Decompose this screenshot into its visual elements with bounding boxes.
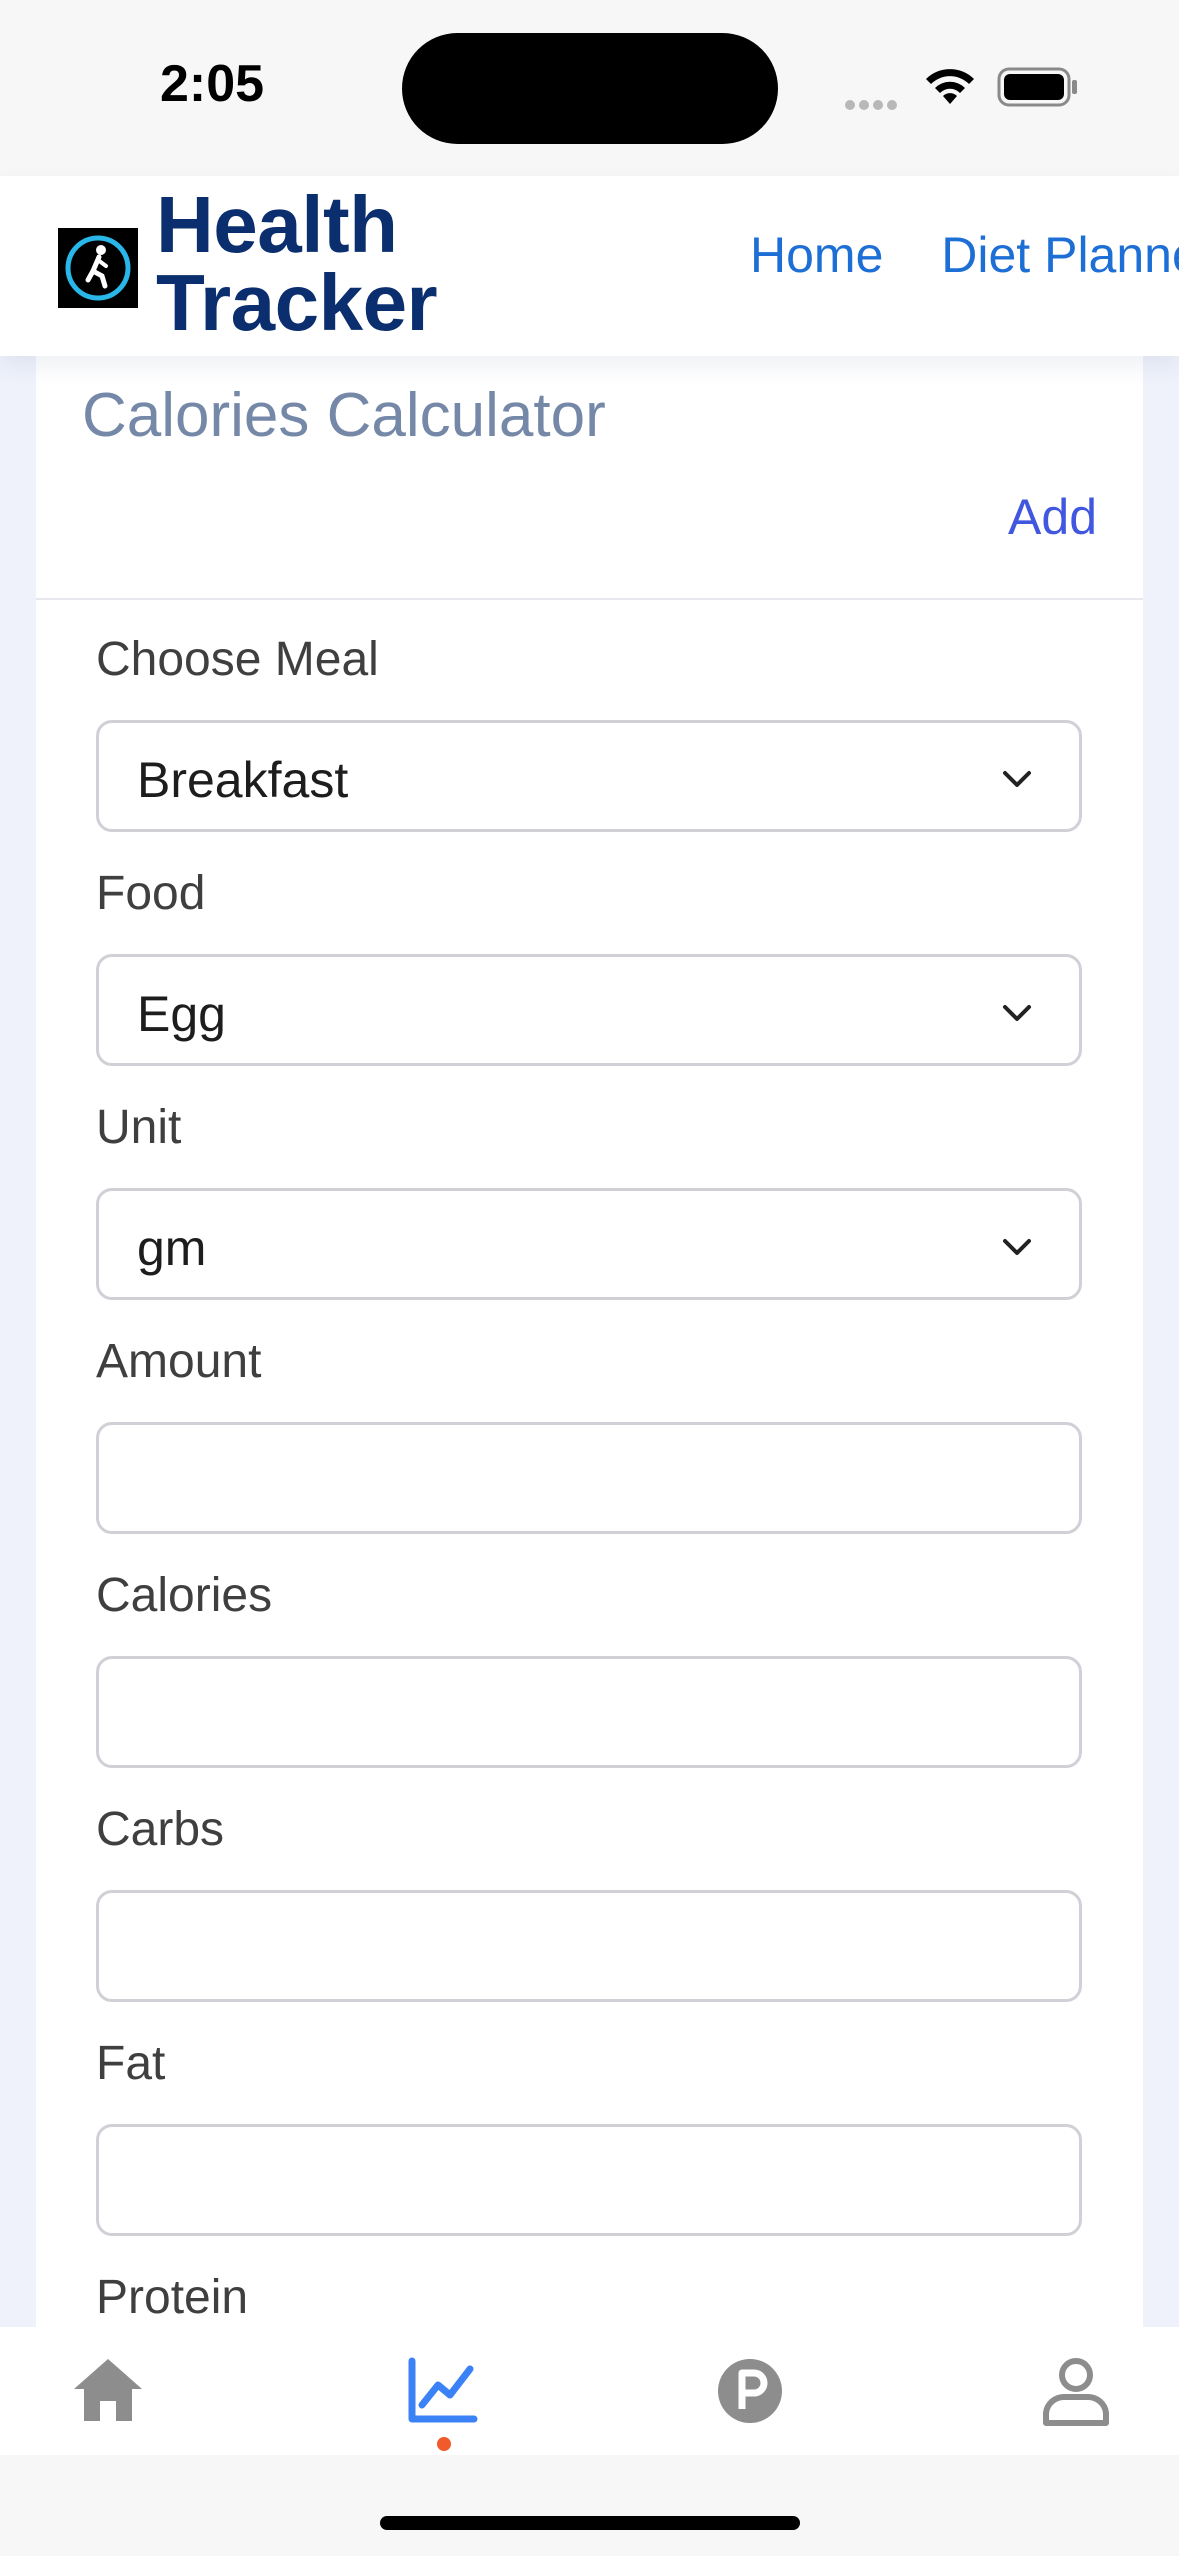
food-select-value: Egg	[137, 986, 226, 1042]
home-indicator-area	[0, 2455, 1179, 2556]
chevron-down-icon	[1003, 1005, 1031, 1021]
chevron-down-icon	[1003, 771, 1031, 787]
nav-link-home[interactable]: Home	[750, 227, 883, 283]
nav-link-diet-planner[interactable]: Diet Planner	[941, 227, 1179, 283]
calories-label: Calories	[96, 1569, 273, 1622]
card-title: Calories Calculator	[82, 381, 606, 450]
card-divider	[36, 598, 1143, 600]
home-indicator[interactable]	[380, 2516, 800, 2530]
unit-label: Unit	[96, 1101, 182, 1154]
calories-input[interactable]	[96, 1656, 1082, 1768]
wifi-icon	[926, 69, 974, 104]
status-time: 2:05	[160, 55, 265, 113]
battery-icon	[997, 67, 1077, 107]
walking-person-icon	[65, 235, 131, 301]
carbs-label: Carbs	[96, 1803, 225, 1856]
unit-select[interactable]: gm	[96, 1188, 1082, 1300]
meal-select[interactable]: Breakfast	[96, 720, 1082, 832]
profile-icon[interactable]	[1038, 2353, 1114, 2429]
meal-label: Choose Meal	[96, 633, 379, 686]
top-nav: Home Diet Planner	[750, 226, 1179, 284]
food-select[interactable]: Egg	[96, 954, 1082, 1066]
amount-label: Amount	[96, 1335, 262, 1388]
brand-line-1: Health	[156, 180, 398, 269]
food-label: Food	[96, 867, 206, 920]
chevron-down-icon	[1003, 1239, 1031, 1255]
meal-select-value: Breakfast	[137, 752, 349, 808]
app-header: Health Tracker Home Diet Planner	[0, 176, 1179, 356]
amount-input[interactable]	[96, 1422, 1082, 1534]
home-icon[interactable]	[70, 2353, 146, 2429]
chart-icon[interactable]	[404, 2353, 480, 2429]
add-button[interactable]: Add	[1008, 488, 1097, 546]
app-logo[interactable]	[58, 228, 138, 308]
protein-label: Protein	[96, 2271, 249, 2324]
carbs-input[interactable]	[96, 1890, 1082, 2002]
dynamic-island	[402, 33, 778, 144]
parking-icon[interactable]	[712, 2353, 788, 2429]
bottom-tab-bar	[0, 2327, 1179, 2455]
fat-label: Fat	[96, 2037, 166, 2090]
cellular-signal-icon	[845, 95, 905, 110]
brand-line-2: Tracker	[156, 258, 438, 347]
fat-input[interactable]	[96, 2124, 1082, 2236]
app-brand[interactable]: Health Tracker	[156, 180, 438, 347]
active-tab-indicator	[437, 2437, 451, 2451]
status-bar: 2:05	[0, 0, 1179, 176]
unit-select-value: gm	[137, 1220, 207, 1276]
